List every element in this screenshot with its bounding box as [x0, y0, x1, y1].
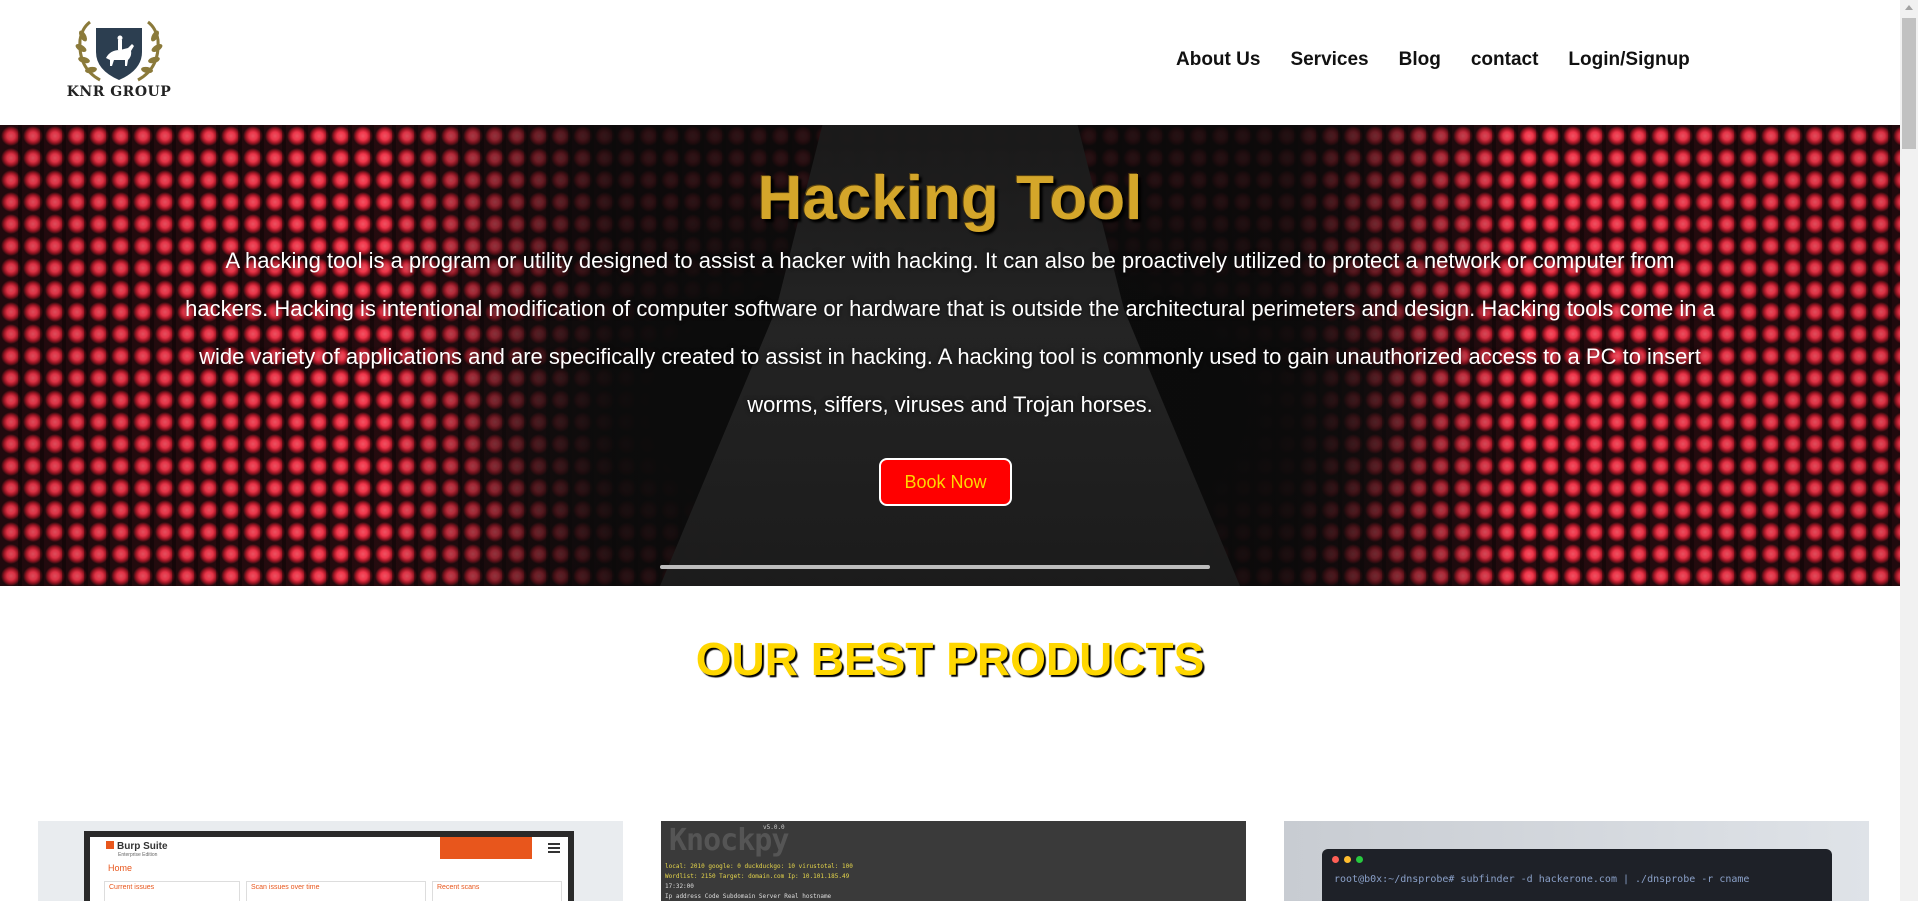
product-card-dnsprobe[interactable]: root@b0x:~/dnsprobe# subfinder -d hacker…	[1284, 821, 1869, 901]
products-heading: OUR BEST PRODUCTS	[695, 633, 1205, 685]
nav-services[interactable]: Services	[1290, 49, 1368, 71]
brand-name: KNR GROUP	[66, 84, 172, 100]
product-card-burp-suite[interactable]: Burp Suite Enterprise Edition Home Curre…	[38, 821, 623, 901]
knockpy-time: 17:32:00	[665, 883, 694, 890]
burp-logo-icon	[106, 841, 114, 849]
burp-panel: Recent scans	[432, 881, 562, 901]
site-header: KNR GROUP About Us Services Blog contact…	[0, 0, 1900, 125]
laurel-shield-icon	[75, 20, 163, 82]
window-close-dot	[1332, 856, 1339, 863]
burp-panel: Scan issues over time	[246, 881, 426, 901]
laptop-edge	[660, 565, 1210, 569]
knockpy-version: v5.0.0	[763, 824, 785, 831]
nav-contact[interactable]: contact	[1471, 49, 1539, 71]
nav-login-signup[interactable]: Login/Signup	[1568, 49, 1689, 71]
knockpy-stats: local: 2010 google: 0 duckduckgo: 10 vir…	[665, 863, 853, 870]
burp-panel: Current issues	[104, 881, 240, 901]
terminal-window: root@b0x:~/dnsprobe# subfinder -d hacker…	[1322, 849, 1832, 901]
nav-about-us[interactable]: About Us	[1176, 49, 1260, 71]
hero-banner: Hacking Tool A hacking tool is a program…	[0, 125, 1900, 586]
window-minimize-dot	[1344, 856, 1351, 863]
page-scrollbar[interactable]	[1900, 0, 1918, 901]
hero-description: A hacking tool is a program or utility d…	[185, 248, 1715, 417]
scroll-up-arrow-icon[interactable]	[1905, 5, 1913, 10]
burp-screenshot: Burp Suite Enterprise Edition Home Curre…	[84, 831, 574, 901]
burp-home-label: Home	[108, 863, 133, 873]
product-card-knockpy[interactable]: Knockpy v5.0.0 local: 2010 google: 0 duc…	[661, 821, 1246, 901]
scrollbar-thumb[interactable]	[1902, 18, 1916, 149]
knockpy-wordlist: Wordlist: 2150 Target: domain.com Ip: 10…	[665, 873, 850, 880]
terminal-command: root@b0x:~/dnsprobe# subfinder -d hacker…	[1334, 874, 1750, 885]
burp-toolbar	[440, 837, 532, 859]
window-maximize-dot	[1356, 856, 1363, 863]
brand-logo[interactable]: KNR GROUP	[58, 18, 180, 104]
burp-app-name: Burp Suite	[117, 841, 168, 852]
hamburger-menu-icon	[548, 843, 560, 853]
hero-title: Hacking Tool	[757, 164, 1143, 233]
main-nav: About Us Services Blog contact Login/Sig…	[1176, 49, 1720, 71]
knockpy-columns: Ip address Code Subdomain Server Real ho…	[665, 893, 832, 900]
book-now-button[interactable]: Book Now	[879, 458, 1012, 506]
nav-blog[interactable]: Blog	[1399, 49, 1441, 71]
burp-app-subtitle: Enterprise Edition	[118, 852, 158, 858]
